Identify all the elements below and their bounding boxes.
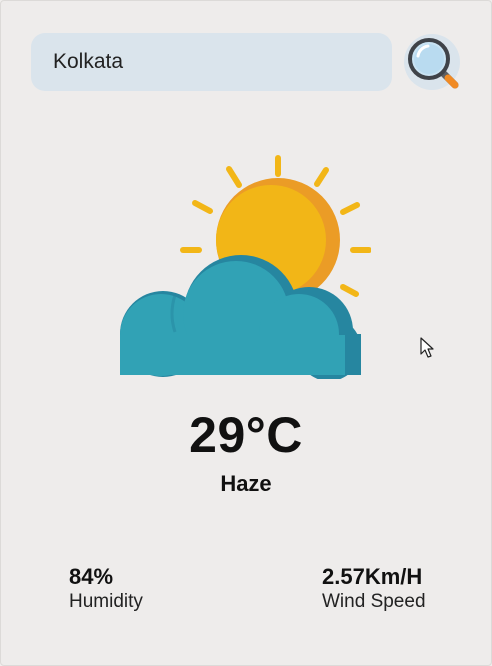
city-search-input[interactable] xyxy=(31,33,392,91)
search-button[interactable] xyxy=(404,34,460,90)
wind-speed-value: 2.57Km/H xyxy=(322,564,423,589)
temperature: 29°C xyxy=(189,407,303,463)
search-icon xyxy=(408,38,459,89)
wind-speed-label: Wind Speed xyxy=(322,591,426,612)
sun-behind-cloud-icon xyxy=(120,155,371,379)
weather-card: 29°C Haze 84% Humidity 2.57Km/H Wind Spe… xyxy=(0,0,492,666)
weather-condition: Haze xyxy=(220,471,272,496)
humidity-value: 84% xyxy=(69,564,114,589)
mouse-cursor-icon xyxy=(420,337,434,358)
humidity-label: Humidity xyxy=(69,591,143,612)
